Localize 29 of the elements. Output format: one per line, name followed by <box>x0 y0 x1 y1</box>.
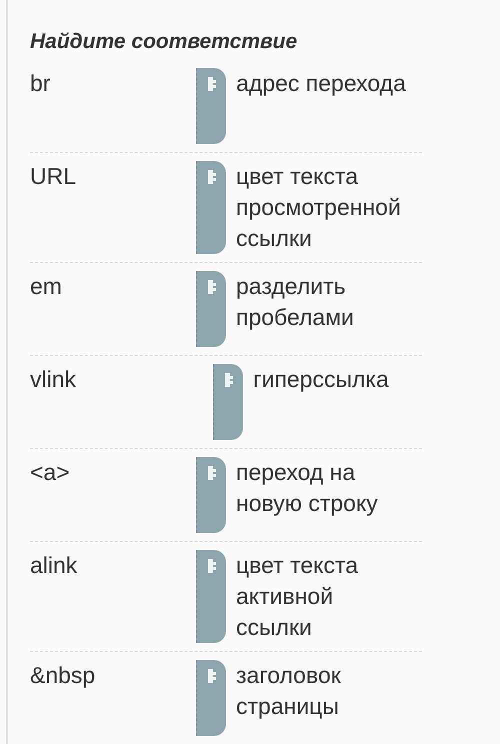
puzzle-icon <box>206 76 218 92</box>
drag-handle[interactable] <box>213 364 244 440</box>
term-label: em <box>30 272 63 301</box>
puzzle-icon <box>206 465 218 481</box>
puzzle-icon <box>206 668 218 684</box>
answer-label[interactable]: адрес перехода <box>236 68 406 144</box>
drag-handle[interactable] <box>196 68 226 144</box>
drag-handle[interactable] <box>196 161 226 254</box>
puzzle-icon <box>206 279 218 295</box>
puzzle-icon <box>206 169 218 185</box>
drag-handle[interactable] <box>196 457 226 533</box>
term-label: br <box>30 69 52 98</box>
answer-label[interactable]: переход на новую строку <box>236 457 406 533</box>
term-label: <a> <box>30 458 71 487</box>
answer-label[interactable]: цвет текста просмотренной ссылки <box>236 161 406 254</box>
puzzle-icon <box>222 372 235 388</box>
answer-label[interactable]: разделить пробелами <box>236 271 406 347</box>
answer-label[interactable]: цвет текста активной ссылки <box>236 550 406 643</box>
term-label: &nbsp <box>30 661 96 690</box>
answer-label[interactable]: гиперссылка <box>253 364 389 440</box>
term-label: alink <box>30 551 78 580</box>
term-label: URL <box>30 162 78 191</box>
puzzle-icon <box>206 558 218 574</box>
term-label: vlink <box>30 365 78 394</box>
drag-handle[interactable] <box>196 660 226 736</box>
answer-label[interactable]: заголовок страницы <box>236 660 406 736</box>
drag-handle[interactable] <box>196 550 226 643</box>
question-title: Найдите соответствие <box>30 30 298 54</box>
drag-handle[interactable] <box>196 271 226 347</box>
